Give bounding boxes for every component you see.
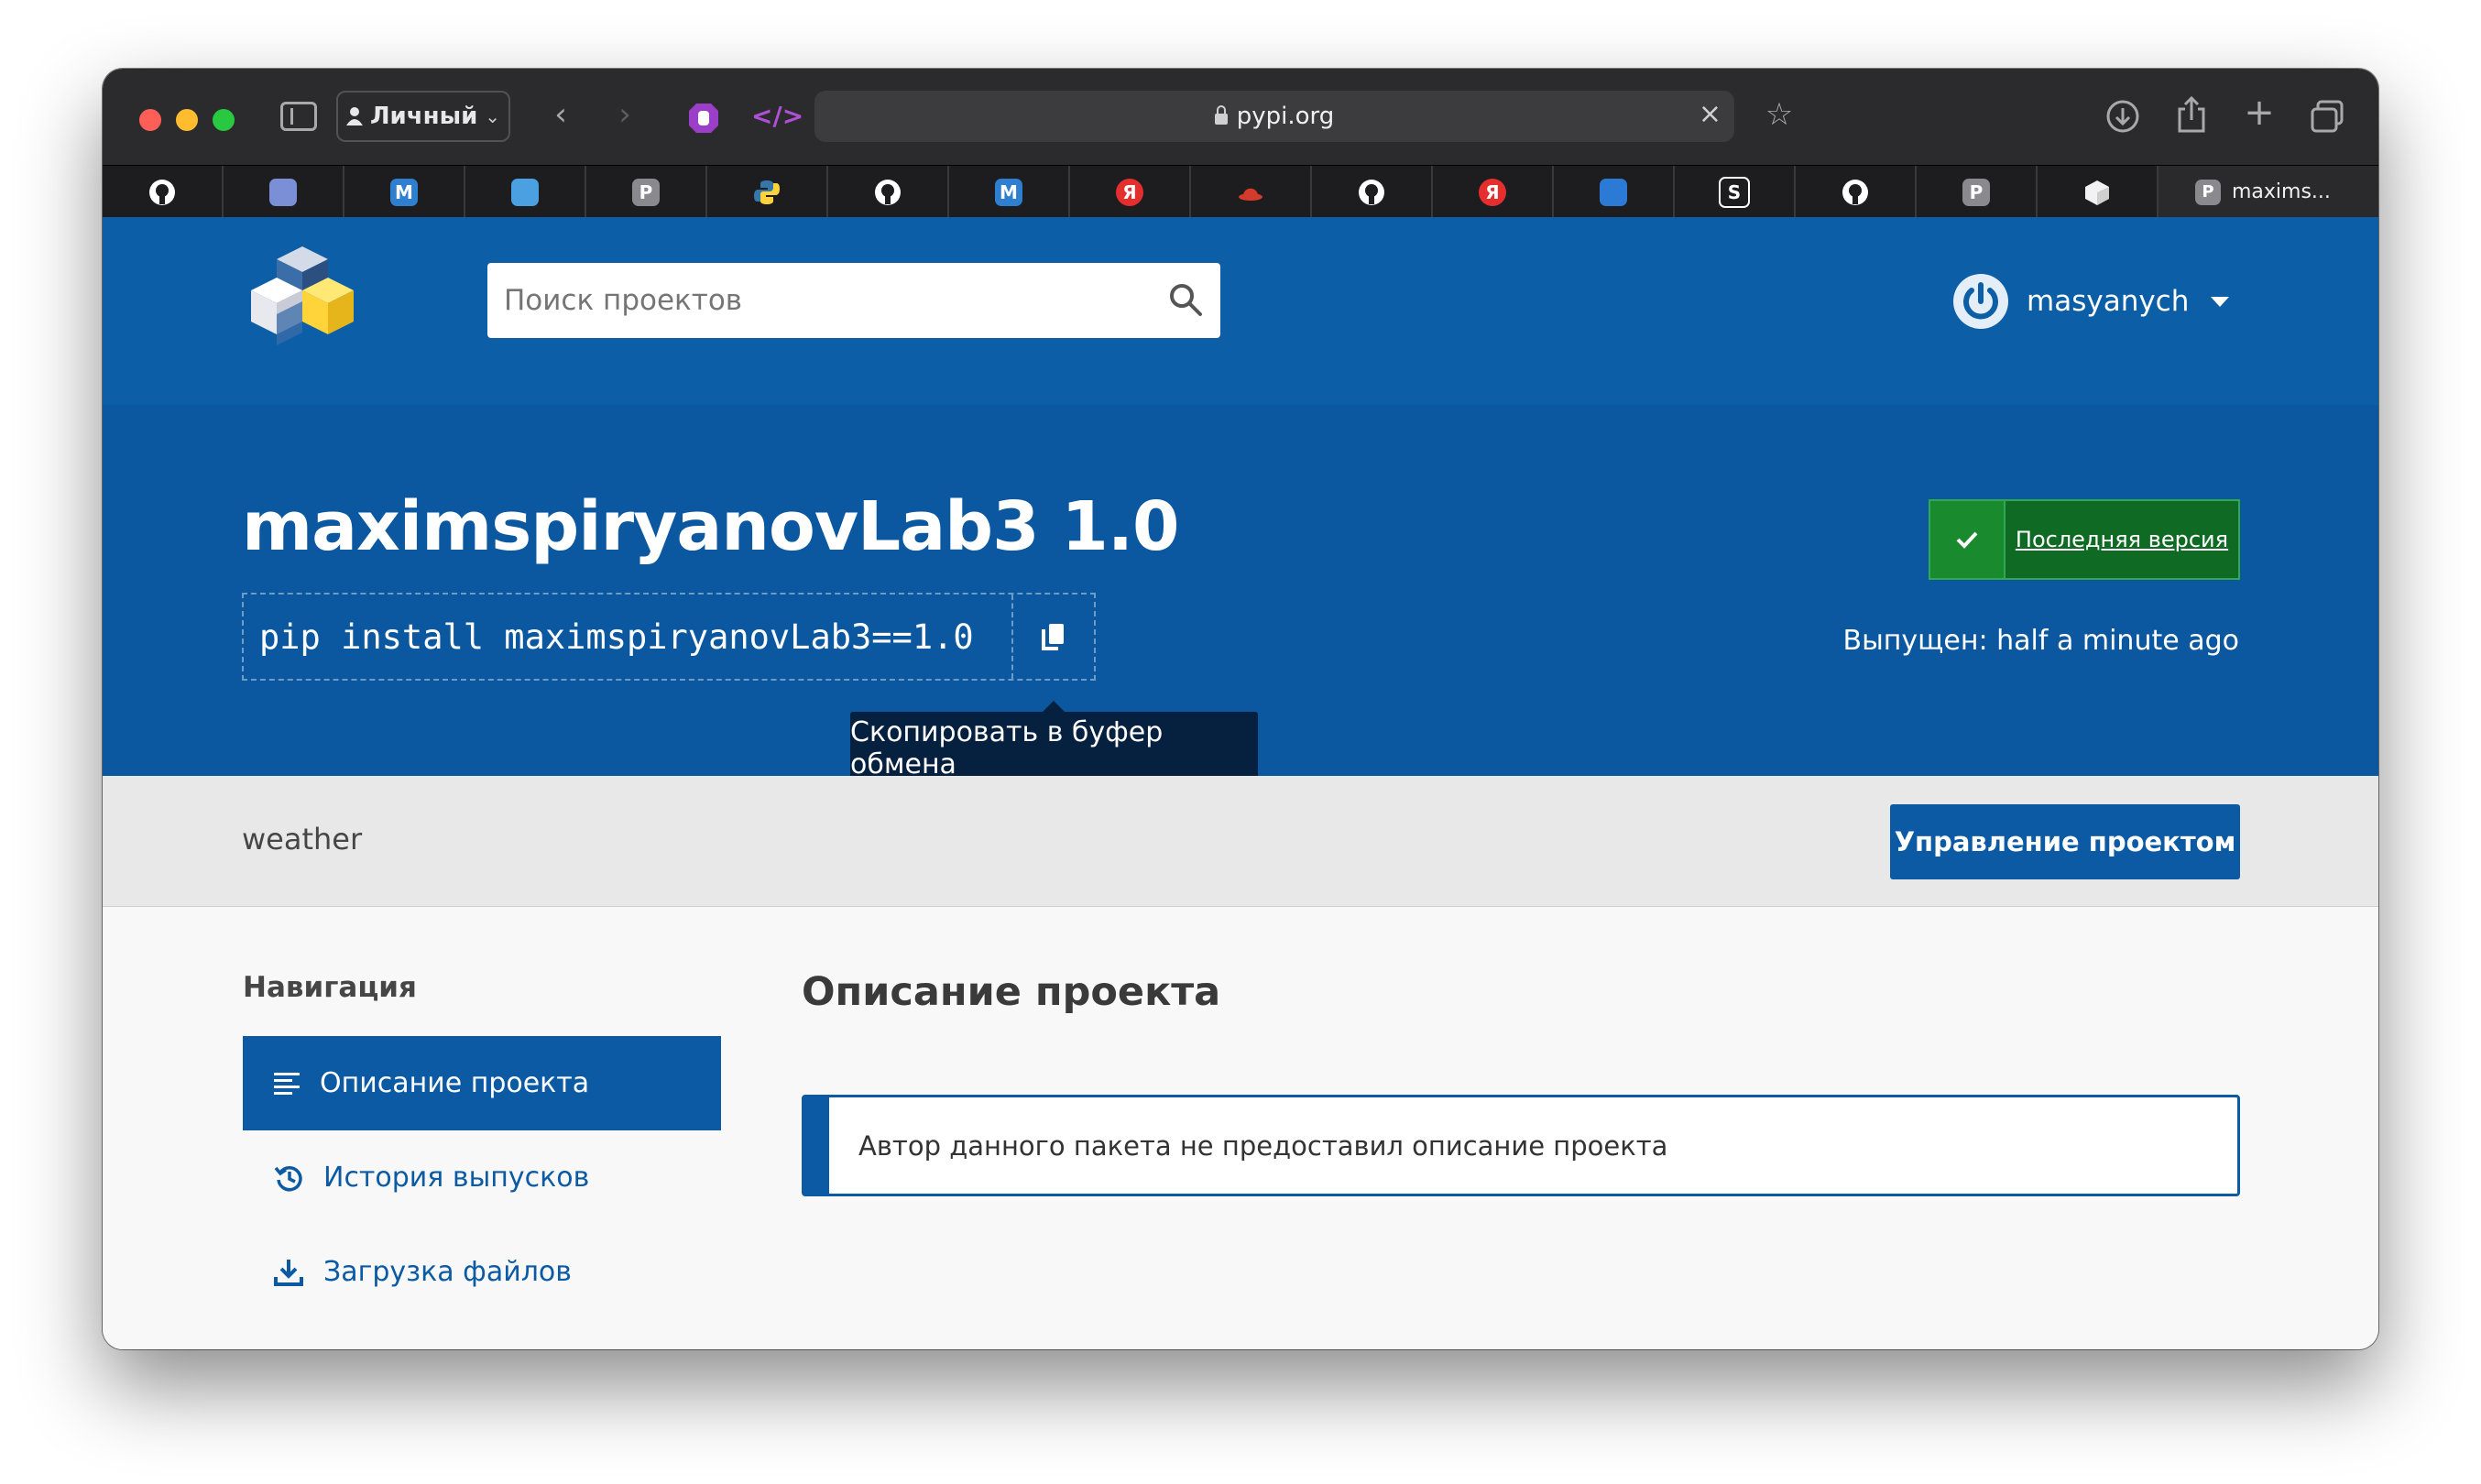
clear-address-icon[interactable]: ×: [1699, 98, 1721, 130]
nav-item-label: Описание проекта: [320, 1067, 590, 1099]
tab-overview-icon[interactable]: [2309, 98, 2345, 135]
site-icon: [269, 178, 297, 206]
address-bar[interactable]: pypi.org ×: [814, 91, 1734, 142]
bookmark-item[interactable]: [1796, 166, 1917, 218]
sidebar-toggle-icon[interactable]: [280, 102, 317, 131]
bookmark-item[interactable]: S: [1675, 166, 1796, 218]
username: masyanych: [2027, 285, 2190, 318]
python-icon: [753, 179, 781, 206]
bookmark-item[interactable]: Я: [1070, 166, 1191, 218]
bookmark-item[interactable]: [2038, 166, 2159, 218]
nav-item-description[interactable]: Описание проекта: [243, 1036, 721, 1130]
new-tab-icon[interactable]: +: [2239, 94, 2279, 131]
copy-button[interactable]: [1011, 595, 1094, 679]
m-icon: M: [995, 178, 1022, 206]
person-icon: [345, 107, 363, 125]
bookmark-item[interactable]: P: [586, 166, 707, 218]
package-title: maximspiryanovLab3 1.0: [242, 487, 1179, 566]
nav-item-history[interactable]: История выпусков: [243, 1130, 721, 1225]
yandex-icon: Я: [1479, 178, 1506, 206]
browser-window: Личный ⌄ ‹ › </> pypi.org × ☆ + M P M Я …: [103, 69, 2378, 1349]
bookmark-star-icon[interactable]: ☆: [1759, 96, 1799, 133]
s-icon: S: [1719, 176, 1750, 208]
docker-icon: [511, 178, 539, 206]
latest-version-link[interactable]: Последняя версия: [2006, 501, 2238, 578]
user-menu[interactable]: masyanych: [1953, 274, 2230, 329]
bookmark-item[interactable]: [828, 166, 949, 218]
pypi-logo-icon[interactable]: [240, 239, 365, 347]
bookmarks-bar: M P M Я Я S P P maxims...: [103, 165, 2378, 218]
search-icon[interactable]: [1167, 281, 1204, 318]
bookmark-item[interactable]: M: [344, 166, 465, 218]
pip-command[interactable]: pip install maximspiryanovLab3==1.0: [244, 617, 1011, 657]
minimize-window-button[interactable]: [176, 109, 198, 131]
pypi-page: masyanych maximspiryanovLab3 1.0 pip ins…: [103, 217, 2378, 1349]
release-date: Выпущен: half a minute ago: [1843, 625, 2240, 657]
m-icon: M: [390, 178, 418, 206]
cube-icon: [2083, 179, 2111, 206]
caret-down-icon: [2211, 296, 2230, 307]
github-icon: [874, 179, 902, 206]
extension-code-icon[interactable]: </>: [751, 98, 803, 135]
back-icon[interactable]: ‹: [542, 96, 579, 133]
package-summary: weather: [242, 822, 363, 857]
bookmark-item[interactable]: [1554, 166, 1675, 218]
extension-shield-icon[interactable]: [685, 100, 722, 136]
align-left-icon: [274, 1072, 300, 1095]
nav-item-label: Загрузка файлов: [323, 1256, 572, 1288]
manage-project-button[interactable]: Управление проектом: [1890, 804, 2240, 879]
active-tab-label: maxims...: [2232, 180, 2331, 203]
bookmark-item[interactable]: P: [1917, 166, 2038, 218]
bookmark-item[interactable]: [707, 166, 828, 218]
p-icon: P: [1962, 178, 1990, 206]
pip-command-box: pip install maximspiryanovLab3==1.0: [242, 593, 1096, 681]
yandex-icon: Я: [1116, 178, 1143, 206]
bookmark-item[interactable]: Я: [1433, 166, 1554, 218]
active-tab[interactable]: P maxims...: [2159, 166, 2378, 218]
hat-icon: [1237, 179, 1264, 206]
bookmark-item[interactable]: [1191, 166, 1312, 218]
profile-menu[interactable]: Личный ⌄: [336, 91, 510, 142]
avatar: [1953, 274, 2008, 329]
lock-icon: [1214, 105, 1228, 125]
chevron-down-icon: ⌄: [485, 105, 501, 127]
github-icon: [1842, 179, 1869, 206]
address-text: pypi.org: [1236, 103, 1335, 130]
bookmark-item[interactable]: M: [949, 166, 1070, 218]
latest-version-badge[interactable]: Последняя версия: [1929, 499, 2240, 580]
copy-icon: [1042, 624, 1064, 650]
browser-toolbar: Личный ⌄ ‹ › </> pypi.org × ☆ +: [103, 69, 2378, 165]
profile-label: Личный: [369, 103, 478, 130]
nav-item-label: История выпусков: [323, 1162, 590, 1194]
site-header: masyanych: [103, 217, 2378, 405]
package-summary-bar: weather Управление проектом: [103, 776, 2378, 907]
github-icon: [148, 179, 176, 206]
main-content: Навигация Описание проекта История выпус…: [103, 907, 2378, 1349]
p-icon: P: [2195, 179, 2221, 205]
no-description-notice: Автор данного пакета не предоставил опис…: [802, 1095, 2240, 1196]
zoom-window-button[interactable]: [213, 109, 235, 131]
forward-icon[interactable]: ›: [607, 96, 643, 133]
gear-icon: [1600, 178, 1627, 206]
share-icon[interactable]: [2173, 94, 2210, 135]
download-icon: [274, 1259, 303, 1286]
copy-tooltip: Скопировать в буфер обмена: [850, 701, 1258, 785]
search-input[interactable]: [487, 263, 1220, 338]
released-label: Выпущен:: [1842, 625, 1988, 657]
package-banner: maximspiryanovLab3 1.0 pip install maxim…: [103, 405, 2378, 785]
bookmark-item[interactable]: [103, 166, 224, 218]
bookmark-item[interactable]: [224, 166, 344, 218]
check-icon: [1930, 501, 2006, 578]
nav-item-downloads[interactable]: Загрузка файлов: [243, 1225, 721, 1319]
downloads-icon[interactable]: [2104, 98, 2141, 135]
section-title: Описание проекта: [802, 969, 1221, 1015]
history-icon: [274, 1165, 302, 1191]
p-icon: P: [632, 178, 660, 206]
close-window-button[interactable]: [139, 109, 161, 131]
github-icon: [1358, 179, 1385, 206]
released-value: half a minute ago: [1996, 625, 2239, 657]
bookmark-item[interactable]: [465, 166, 586, 218]
nav-title: Навигация: [243, 971, 417, 1004]
bookmark-item[interactable]: [1312, 166, 1433, 218]
